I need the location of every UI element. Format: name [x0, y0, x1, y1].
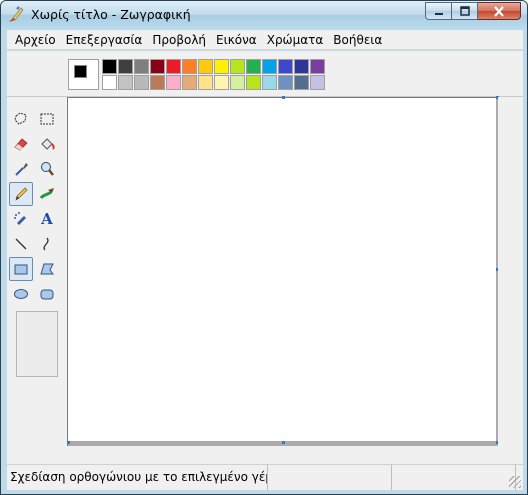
color-swatch[interactable]	[182, 59, 197, 74]
eraser-icon	[14, 138, 28, 151]
curve-icon	[43, 237, 49, 251]
color-swatch[interactable]	[182, 75, 197, 90]
pencil-icon	[15, 187, 28, 201]
title-bar[interactable]: Χωρίς τίτλο - Ζωγραφική	[1, 1, 527, 30]
maximize-button[interactable]	[452, 2, 478, 20]
color-swatch[interactable]	[214, 59, 229, 74]
color-swatch[interactable]	[134, 75, 149, 90]
tool-ellipse[interactable]	[9, 282, 33, 306]
magnifier-icon	[41, 162, 54, 176]
ellipse-icon	[14, 289, 28, 299]
menu-help[interactable]: Βοήθεια	[328, 33, 387, 47]
status-bar: Σχεδίαση ορθογώνιου με το επιλεγμένο γέμ…	[7, 464, 523, 490]
color-palette	[102, 59, 326, 91]
polygon-icon	[40, 263, 54, 275]
color-swatch[interactable]	[262, 75, 277, 90]
handle-bottom-left	[67, 441, 70, 444]
color-swatch[interactable]	[166, 59, 181, 74]
brush-icon	[39, 188, 54, 199]
menu-file[interactable]: Αρχείο	[10, 33, 61, 47]
paint-brush-icon	[9, 6, 24, 22]
tool-free-form-select[interactable]	[9, 107, 33, 131]
vertical-scroll-area	[498, 97, 523, 446]
menu-image[interactable]: Εικόνα	[211, 33, 262, 47]
resize-grip-icon[interactable]	[509, 476, 521, 488]
color-swatch[interactable]	[310, 59, 325, 74]
rounded-rectangle-icon	[40, 289, 54, 300]
window-controls	[425, 2, 521, 20]
fill-bucket-icon	[41, 138, 55, 150]
handle-top-mid	[282, 96, 285, 99]
color-swatch[interactable]	[310, 75, 325, 90]
tool-curve[interactable]	[35, 232, 59, 256]
tool-magnifier[interactable]	[35, 157, 59, 181]
tool-rounded-rectangle[interactable]	[35, 282, 59, 306]
color-swatch[interactable]	[118, 59, 133, 74]
color-swatch[interactable]	[166, 75, 181, 90]
menu-view[interactable]: Προβολή	[147, 33, 211, 47]
status-text: Σχεδίαση ορθογώνιου με το επιλεγμένο γέμ…	[7, 465, 268, 490]
tool-color-picker[interactable]	[9, 157, 33, 181]
color-picker-icon	[15, 163, 28, 176]
select-icon	[40, 113, 54, 125]
color-swatch[interactable]	[134, 59, 149, 74]
window-title: Χωρίς τίτλο - Ζωγραφική	[31, 7, 191, 22]
tool-pencil[interactable]	[9, 182, 33, 206]
tool-eraser[interactable]	[9, 132, 33, 156]
status-cell-position	[268, 465, 392, 490]
tool-polygon[interactable]	[35, 257, 59, 281]
color-swatch[interactable]	[102, 59, 117, 74]
color-swatch[interactable]	[278, 59, 293, 74]
tool-options-panel[interactable]	[16, 311, 58, 377]
tool-rectangle[interactable]	[9, 257, 33, 281]
airbrush-icon	[14, 212, 26, 225]
tool-airbrush[interactable]	[9, 207, 33, 231]
maximize-icon	[459, 6, 470, 16]
menu-bar: Αρχείο Επεξεργασία Προβολή Εικόνα Χρώματ…	[7, 30, 523, 50]
free-form-select-icon	[14, 112, 27, 125]
text-icon: A	[41, 210, 53, 228]
tool-select[interactable]	[35, 107, 59, 131]
color-swatch[interactable]	[150, 59, 165, 74]
color-swatch[interactable]	[198, 75, 213, 90]
tool-fill[interactable]	[35, 132, 59, 156]
status-cell-size	[392, 465, 516, 490]
menu-colors[interactable]: Χρώματα	[262, 33, 329, 47]
color-swatch[interactable]	[230, 59, 245, 74]
minimize-icon	[434, 13, 443, 15]
color-swatch[interactable]	[262, 59, 277, 74]
tool-text[interactable]: A	[35, 207, 59, 231]
rectangle-icon	[14, 264, 28, 275]
toolbox: A	[9, 107, 61, 377]
color-swatch[interactable]	[246, 59, 261, 74]
color-swatch[interactable]	[294, 59, 309, 74]
current-colors[interactable]	[68, 59, 99, 90]
color-swatch[interactable]	[278, 75, 293, 90]
drawing-canvas[interactable]	[68, 98, 496, 441]
line-icon	[15, 238, 27, 250]
tool-brush[interactable]	[35, 182, 59, 206]
client-area: A	[7, 51, 523, 464]
color-swatch[interactable]	[150, 75, 165, 90]
color-swatch[interactable]	[118, 75, 133, 90]
close-button[interactable]	[478, 2, 521, 20]
color-swatch[interactable]	[294, 75, 309, 90]
color-palette-bar	[7, 51, 523, 97]
color-swatch[interactable]	[102, 75, 117, 90]
foreground-color-swatch[interactable]	[74, 65, 87, 78]
paint-window: Χωρίς τίτλο - Ζωγραφική Αρχείο Επεξεργασ…	[0, 0, 528, 495]
color-swatch[interactable]	[230, 75, 245, 90]
canvas-area	[67, 96, 499, 446]
menu-edit[interactable]: Επεξεργασία	[61, 33, 148, 47]
resize-handle-bottom[interactable]	[282, 441, 285, 444]
color-swatch[interactable]	[246, 75, 261, 90]
tool-line[interactable]	[9, 232, 33, 256]
color-swatch[interactable]	[198, 59, 213, 74]
close-icon	[494, 5, 504, 17]
color-swatch[interactable]	[214, 75, 229, 90]
minimize-button[interactable]	[425, 2, 452, 20]
